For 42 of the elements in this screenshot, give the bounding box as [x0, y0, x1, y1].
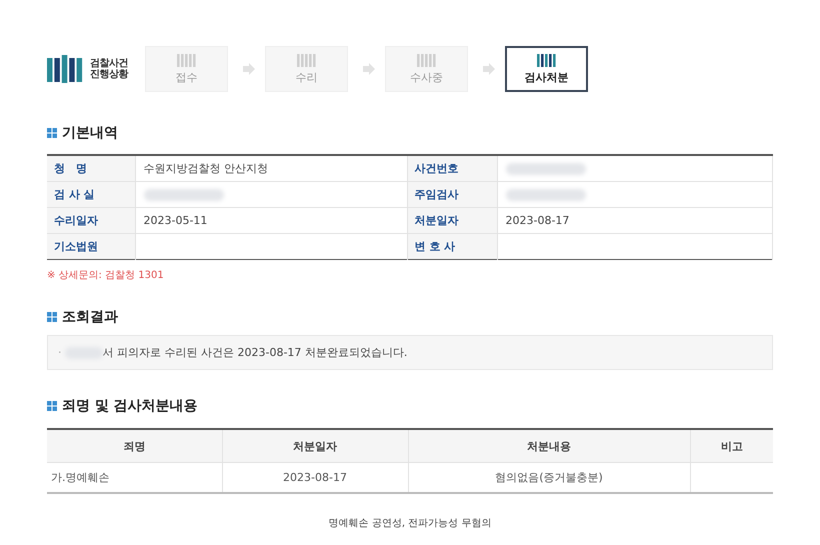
bars-icon [176, 54, 196, 66]
field-value: 2023-05-11 [144, 214, 208, 227]
arrow-icon [243, 63, 255, 75]
disposition-note: 명예훼손 공연성, 전파가능성 무혐의 [328, 518, 492, 529]
section-title: 조회결과 [62, 308, 118, 326]
field-label: 변 호 사 [414, 240, 456, 253]
column-header: 죄명 [47, 429, 222, 462]
grid-icon [47, 401, 57, 411]
step-label: 수사중 [410, 70, 443, 84]
section-title: 죄명 및 검사처분내용 [62, 397, 198, 415]
column-header: 비고 [690, 429, 773, 462]
bars-icon [536, 54, 556, 66]
contact-note: ※ 상세문의: 검찰청 1301 [47, 270, 164, 281]
table-cell: 혐의없음(증거불충분) [495, 471, 603, 484]
column-header: 처분일자 [222, 429, 408, 462]
section-title: 기본내역 [62, 124, 118, 142]
field-label: 처분일자 [414, 214, 458, 227]
field-label: 주임검사 [414, 188, 458, 201]
field-label: 수리일자 [54, 214, 98, 227]
table-cell: 2023-08-17 [283, 471, 347, 484]
field-label: 검 사 실 [54, 188, 95, 201]
logo-text: 진행상황 [90, 69, 128, 80]
bars-icon [296, 54, 316, 66]
arrow-icon [363, 63, 375, 75]
bullet: · [58, 346, 62, 359]
field-value: 2023-08-17 [506, 214, 570, 227]
grid-icon [47, 128, 57, 138]
step-label: 수리 [296, 70, 318, 84]
grid-icon [47, 312, 57, 322]
table-cell: 가.명예훼손 [51, 471, 110, 484]
field-value: 수원지방검찰청 안산지청 [144, 162, 268, 175]
field-label: 기소법원 [54, 240, 98, 253]
bars-icon [416, 54, 436, 66]
field-label: 사건번호 [414, 162, 458, 175]
field-label: 청 명 [54, 162, 87, 175]
logo-icon [47, 55, 83, 83]
step-label: 검사처분 [524, 70, 568, 84]
arrow-icon [483, 63, 495, 75]
column-header: 처분내용 [408, 429, 690, 462]
result-text: 서 피의자로 수리된 사건은 2023-08-17 처분완료되었습니다. [102, 345, 408, 360]
logo-text: 검찰사건 [90, 58, 128, 69]
step-label: 접수 [176, 70, 198, 84]
